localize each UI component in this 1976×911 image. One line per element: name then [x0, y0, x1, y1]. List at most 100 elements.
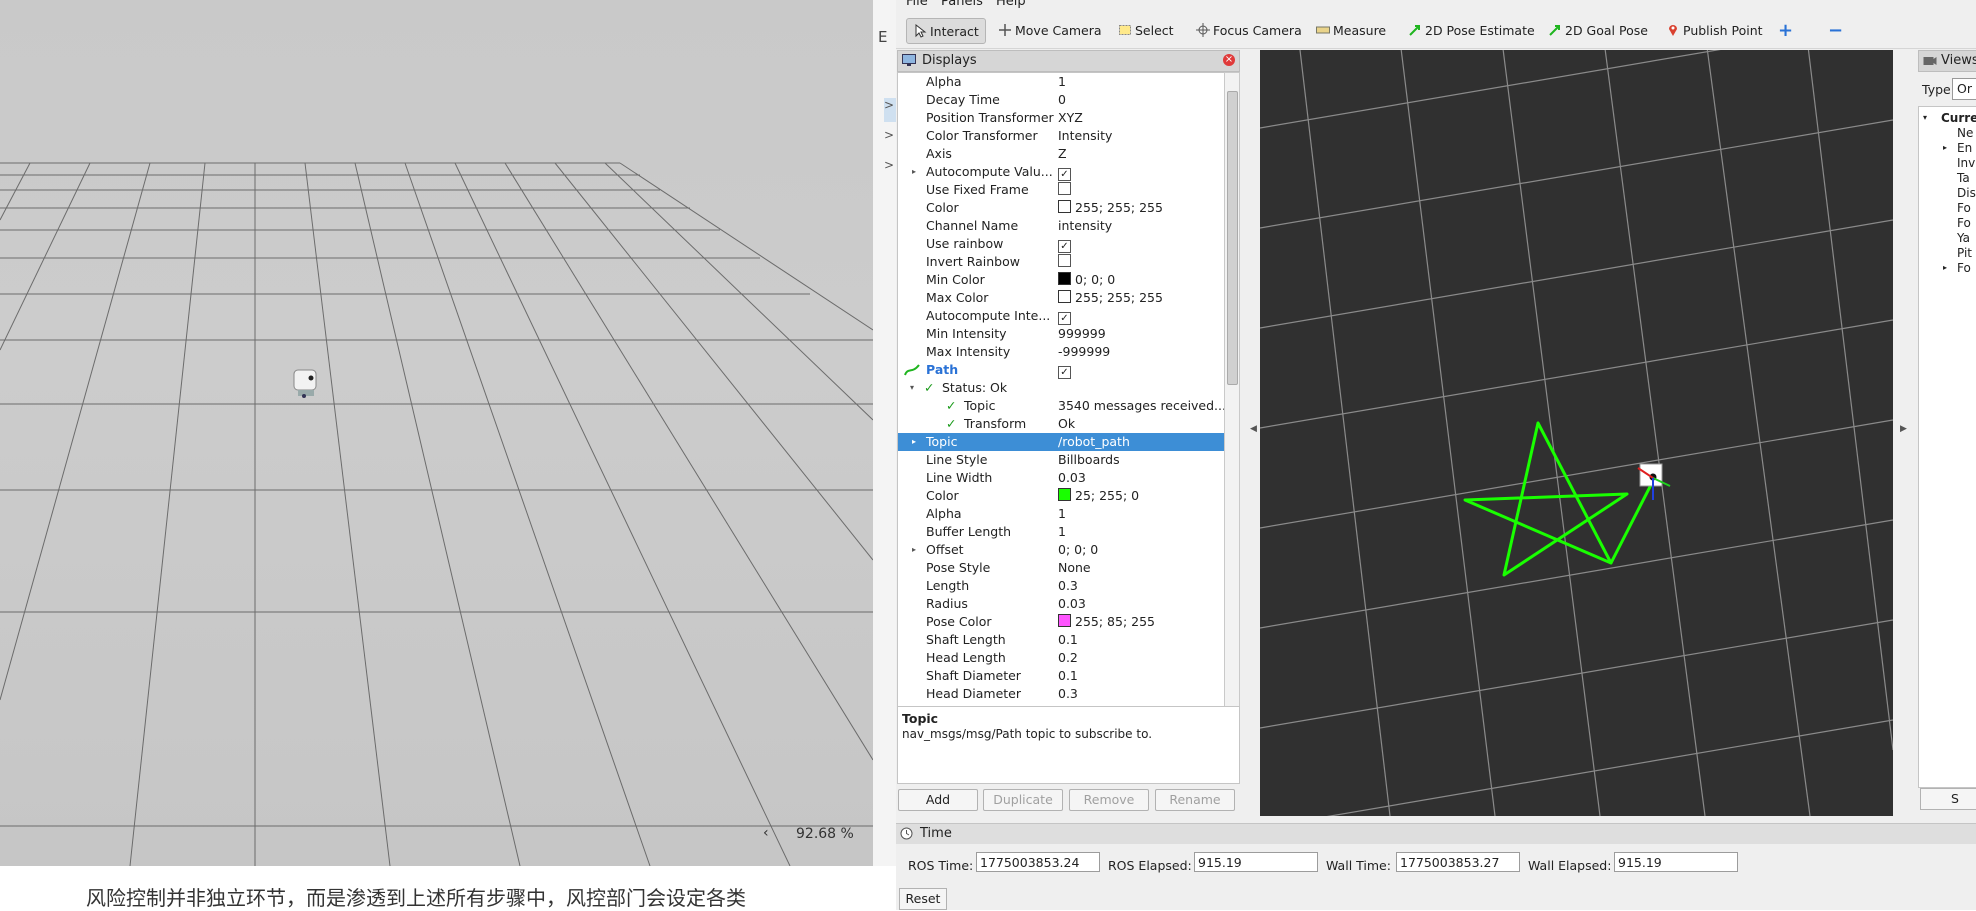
- property-row[interactable]: Pose Style None: [898, 559, 1224, 577]
- property-row[interactable]: Color 255; 255; 255: [898, 199, 1224, 217]
- property-row[interactable]: Shaft Diameter 0.1: [898, 667, 1224, 685]
- color-swatch[interactable]: [1058, 272, 1071, 285]
- expand-arrow-icon[interactable]: ▸: [912, 433, 916, 451]
- color-swatch[interactable]: [1058, 200, 1071, 213]
- property-row[interactable]: Min Color 0; 0; 0: [898, 271, 1224, 289]
- color-swatch[interactable]: [1058, 614, 1071, 627]
- reset-button[interactable]: Reset: [899, 888, 947, 910]
- add-display-button[interactable]: Add: [898, 789, 978, 811]
- gazebo-viewport[interactable]: ‹ 92.68 %: [0, 0, 873, 866]
- checkbox[interactable]: ✓: [1058, 312, 1071, 325]
- expand-arrow-icon[interactable]: ▸: [912, 163, 916, 181]
- status-row[interactable]: ▾ ✓ Status: Ok: [898, 379, 1224, 397]
- status-topic-row[interactable]: ✓ Topic 3540 messages received...: [898, 397, 1224, 415]
- collapse-arrow-icon[interactable]: ▾: [910, 379, 914, 397]
- checkbox[interactable]: ✓: [1058, 240, 1071, 253]
- displays-tree[interactable]: Alpha 1 Decay Time 0 Position Transformer X…: [897, 72, 1225, 754]
- views-item[interactable]: Fo: [1957, 201, 1971, 215]
- property-row[interactable]: Length 0.3: [898, 577, 1224, 595]
- menu-file[interactable]: File: [906, 0, 928, 9]
- property-row[interactable]: Use Fixed Frame: [898, 181, 1224, 199]
- views-item[interactable]: Ya: [1957, 231, 1970, 245]
- views-type-select[interactable]: Or: [1952, 78, 1976, 100]
- menu-help[interactable]: Help: [996, 0, 1026, 9]
- property-row[interactable]: Color 25; 255; 0: [898, 487, 1224, 505]
- property-row[interactable]: Radius 0.03: [898, 595, 1224, 613]
- views-item[interactable]: Fo: [1957, 216, 1971, 230]
- tool-interact[interactable]: Interact: [906, 18, 986, 44]
- remove-tool-button[interactable]: −: [1828, 18, 1843, 42]
- strip-arrow-3[interactable]: >: [884, 158, 896, 182]
- expand-arrow-icon[interactable]: ▸: [1943, 263, 1947, 272]
- tool-move-camera[interactable]: Move Camera: [998, 18, 1102, 42]
- views-item[interactable]: Dis: [1957, 186, 1976, 200]
- property-row[interactable]: Axis Z: [898, 145, 1224, 163]
- tool-select[interactable]: Select: [1118, 18, 1174, 42]
- property-row[interactable]: Alpha 1: [898, 505, 1224, 523]
- property-row[interactable]: ▸ Offset 0; 0; 0: [898, 541, 1224, 559]
- property-row[interactable]: Use rainbow ✓: [898, 235, 1224, 253]
- checkbox[interactable]: [1058, 254, 1071, 267]
- checkbox[interactable]: [1058, 182, 1071, 195]
- collapse-left-icon[interactable]: ◀: [1250, 424, 1257, 434]
- collapse-arrow-icon[interactable]: ▾: [1923, 113, 1927, 122]
- expand-arrow-icon[interactable]: ▸: [912, 541, 916, 559]
- property-row[interactable]: Shaft Length 0.1: [898, 631, 1224, 649]
- status-transform-row[interactable]: ✓ Transform Ok: [898, 415, 1224, 433]
- color-swatch[interactable]: [1058, 488, 1071, 501]
- views-item[interactable]: Ne: [1957, 126, 1973, 140]
- views-tree[interactable]: ▾ Curre Ne ▸ En Inv Ta Dis Fo Fo Ya Pit …: [1918, 106, 1976, 788]
- tool-2d-goal-pose[interactable]: 2D Goal Pose: [1548, 18, 1648, 42]
- duplicate-display-button[interactable]: Duplicate: [983, 789, 1063, 811]
- property-row[interactable]: Pose Color 255; 85; 255: [898, 613, 1224, 631]
- views-item[interactable]: Inv: [1957, 156, 1975, 170]
- property-row[interactable]: Invert Rainbow: [898, 253, 1224, 271]
- property-row[interactable]: Color Transformer Intensity: [898, 127, 1224, 145]
- views-save-button[interactable]: S: [1920, 788, 1976, 810]
- strip-arrow-2[interactable]: >: [884, 128, 896, 152]
- tool-measure[interactable]: Measure: [1316, 18, 1386, 42]
- scrollbar-thumb[interactable]: [1227, 91, 1238, 385]
- property-row[interactable]: Max Color 255; 255; 255: [898, 289, 1224, 307]
- strip-arrow-1[interactable]: >: [884, 98, 896, 122]
- expand-arrow-icon[interactable]: ▸: [1943, 143, 1947, 152]
- rviz-3d-view[interactable]: [1260, 50, 1893, 816]
- property-row[interactable]: Alpha 1: [898, 73, 1224, 91]
- property-row[interactable]: Line Style Billboards: [898, 451, 1224, 469]
- add-tool-button[interactable]: +: [1778, 18, 1793, 42]
- remove-display-button[interactable]: Remove: [1069, 789, 1149, 811]
- property-row[interactable]: Max Intensity -999999: [898, 343, 1224, 361]
- collapse-right-icon[interactable]: ▶: [1900, 424, 1907, 434]
- rename-display-button[interactable]: Rename: [1155, 789, 1235, 811]
- views-item[interactable]: Fo: [1957, 261, 1971, 275]
- property-row[interactable]: Position Transformer XYZ: [898, 109, 1224, 127]
- close-icon[interactable]: ×: [1223, 54, 1235, 66]
- property-row[interactable]: Autocompute Inte... ✓: [898, 307, 1224, 325]
- property-row[interactable]: Head Length 0.2: [898, 649, 1224, 667]
- color-swatch[interactable]: [1058, 290, 1071, 303]
- views-item[interactable]: Pit: [1957, 246, 1972, 260]
- property-row[interactable]: Buffer Length 1: [898, 523, 1224, 541]
- property-row[interactable]: ▸ Autocompute Valu... ✓: [898, 163, 1224, 181]
- tool-publish-point[interactable]: Publish Point: [1666, 18, 1763, 42]
- property-row[interactable]: Head Diameter 0.3: [898, 685, 1224, 703]
- wall-time-field[interactable]: 1775003853.27: [1396, 852, 1520, 872]
- wall-elapsed-field[interactable]: 915.19: [1614, 852, 1738, 872]
- checkbox[interactable]: ✓: [1058, 366, 1071, 379]
- menu-panels[interactable]: Panels: [941, 0, 983, 9]
- property-row[interactable]: Decay Time 0: [898, 91, 1224, 109]
- property-row[interactable]: Line Width 0.03: [898, 469, 1224, 487]
- tool-focus-camera[interactable]: Focus Camera: [1196, 18, 1302, 42]
- views-item[interactable]: En: [1957, 141, 1972, 155]
- sim-nav-prev[interactable]: ‹: [763, 825, 769, 841]
- views-item[interactable]: Ta: [1957, 171, 1970, 185]
- display-path[interactable]: Path ✓: [898, 361, 1224, 379]
- property-row[interactable]: Min Intensity 999999: [898, 325, 1224, 343]
- tree-scrollbar[interactable]: [1224, 72, 1240, 754]
- checkbox[interactable]: ✓: [1058, 168, 1071, 181]
- ros-elapsed-field[interactable]: 915.19: [1194, 852, 1318, 872]
- tool-2d-pose-estimate[interactable]: 2D Pose Estimate: [1408, 18, 1535, 42]
- topic-row-selected[interactable]: ▸ Topic /robot_path: [898, 433, 1224, 451]
- property-row[interactable]: Channel Name intensity: [898, 217, 1224, 235]
- views-item[interactable]: Curre: [1941, 111, 1976, 125]
